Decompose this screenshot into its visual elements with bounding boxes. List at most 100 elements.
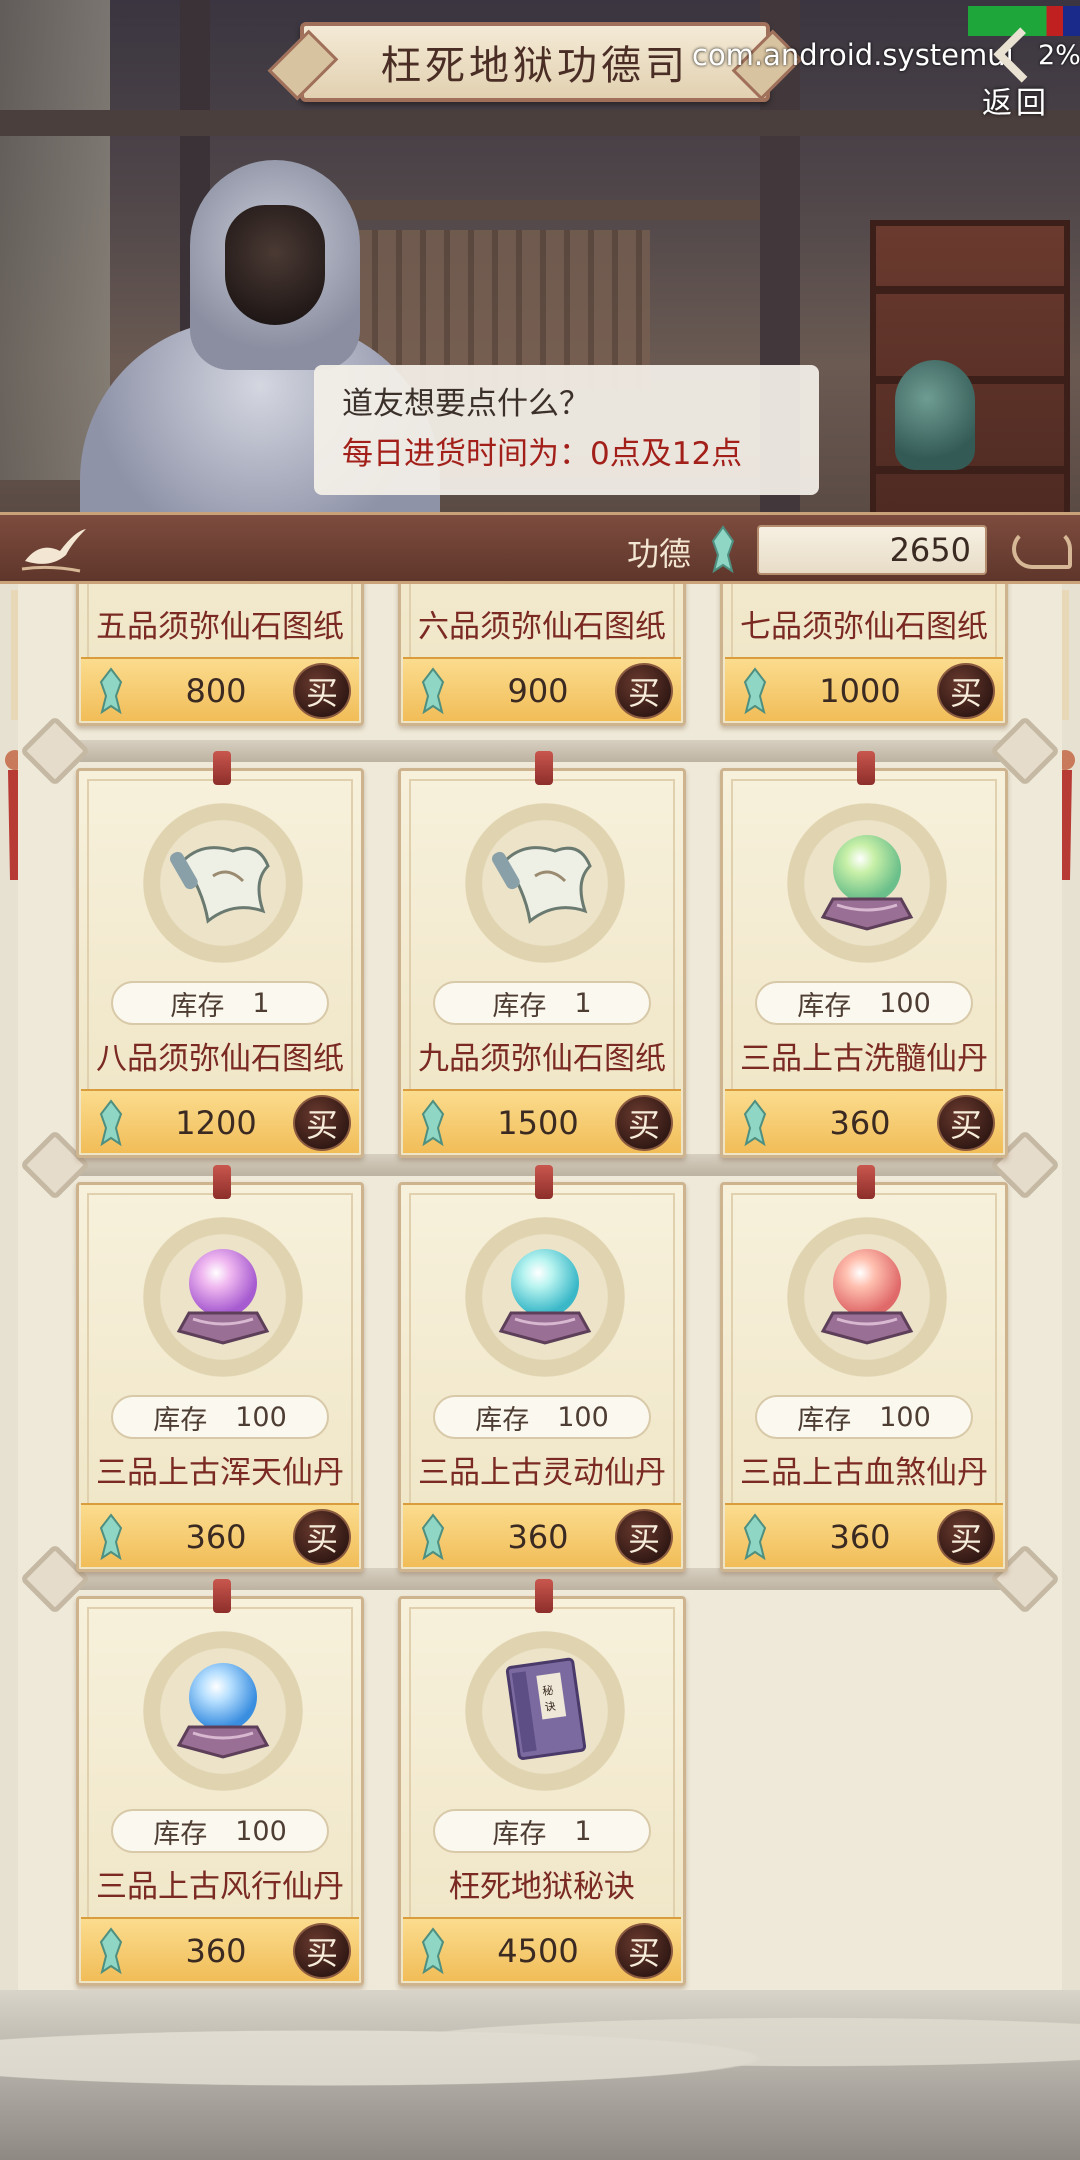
stock-label: 库存: [492, 1818, 547, 1850]
item-price: 360: [185, 1518, 247, 1556]
price-bar: 800 买: [81, 657, 359, 721]
stock-pill: 库存 1: [433, 1809, 651, 1853]
buy-button[interactable]: 买: [615, 1923, 673, 1979]
item-price: 1500: [497, 1104, 579, 1142]
merit-jade-icon: [711, 525, 735, 574]
buy-button[interactable]: 买: [293, 663, 351, 719]
item-price: 360: [507, 1518, 569, 1556]
back-label: 返回: [982, 86, 1050, 121]
buy-button[interactable]: 买: [937, 1095, 995, 1151]
buy-button[interactable]: 买: [293, 1509, 351, 1565]
buy-button[interactable]: 买: [615, 1095, 673, 1151]
item-name: 三品上古洗髓仙丹: [740, 1041, 988, 1077]
stock-label: 库存: [492, 990, 547, 1022]
stock-label: 库存: [797, 1404, 852, 1436]
stock-pill: 库存 100: [755, 981, 973, 1025]
curio-shelf: [870, 220, 1070, 520]
shop-item-list[interactable]: 五品须弥仙石图纸 800 买 六品须弥仙石图纸 900 买 七品须弥仙石图纸 1…: [18, 584, 1062, 2000]
merit-value: 2650: [757, 525, 987, 575]
shop-item-card[interactable]: 七品须弥仙石图纸 1000 买: [720, 584, 1008, 726]
page-title: 枉死地狱功德司: [381, 43, 689, 89]
card-pin-icon: [213, 1165, 231, 1199]
stock-count: 1: [574, 1815, 592, 1847]
stock-count: 100: [235, 1401, 287, 1433]
book-cover-text: 秘: [542, 1683, 555, 1698]
buy-button[interactable]: 买: [615, 663, 673, 719]
item-price: 4500: [497, 1932, 579, 1970]
shop-item-card[interactable]: 秘诀 库存 1 枉死地狱秘诀 4500 买: [398, 1579, 686, 1986]
shop-item-card[interactable]: 五品须弥仙石图纸 800 买: [76, 584, 364, 726]
price-bar: 360 买: [725, 1503, 1003, 1567]
price-bar: 360 买: [81, 1917, 359, 1981]
stock-label: 库存: [797, 990, 852, 1022]
stock-pill: 库存 100: [433, 1395, 651, 1439]
item-name: 三品上古灵动仙丹: [418, 1455, 666, 1491]
buy-button[interactable]: 买: [293, 1923, 351, 1979]
shop-item-card[interactable]: 库存 1 八品须弥仙石图纸 1200 买: [76, 751, 364, 1158]
shop-item-card[interactable]: 六品须弥仙石图纸 900 买: [398, 584, 686, 726]
stock-label: 库存: [153, 1404, 208, 1436]
merit-jade-icon: [99, 1513, 123, 1561]
stock-pill: 库存 100: [111, 1809, 329, 1853]
item-price: 360: [185, 1932, 247, 1970]
buy-button[interactable]: 买: [615, 1509, 673, 1565]
crane-icon: [21, 529, 86, 573]
purple-orb-icon: [176, 1249, 270, 1345]
stock-label: 库存: [170, 990, 225, 1022]
npc-mask-face: [225, 205, 325, 325]
card-pin-icon: [857, 751, 875, 785]
dialog-greeting: 道友想要点什么？: [342, 386, 590, 422]
merit-jade-icon: [743, 667, 767, 715]
merit-jade-icon: [421, 1513, 445, 1561]
stock-label: 库存: [153, 1818, 208, 1850]
stock-count: 1: [252, 987, 270, 1019]
shop-item-card[interactable]: 库存 1 九品须弥仙石图纸 1500 买: [398, 751, 686, 1158]
merit-jade-icon: [99, 667, 123, 715]
item-price: 360: [829, 1104, 891, 1142]
card-pin-icon: [213, 751, 231, 785]
item-name: 六品须弥仙石图纸: [418, 609, 666, 645]
price-bar: 1000 买: [725, 657, 1003, 721]
card-pin-icon: [535, 1165, 553, 1199]
buy-button[interactable]: 买: [937, 1509, 995, 1565]
item-price: 1200: [175, 1104, 257, 1142]
stock-count: 100: [879, 987, 931, 1019]
buy-button[interactable]: 买: [293, 1095, 351, 1151]
merit-jade-icon: [99, 1927, 123, 1975]
price-bar: 360 买: [81, 1503, 359, 1567]
card-pin-icon: [213, 1579, 231, 1613]
merit-jade-icon: [421, 1927, 445, 1975]
buy-button[interactable]: 买: [937, 663, 995, 719]
shop-item-card[interactable]: 库存 100 三品上古血煞仙丹 360 买: [720, 1165, 1008, 1572]
shop-scroll-content: 五品须弥仙石图纸 800 买 六品须弥仙石图纸 900 买 七品须弥仙石图纸 1…: [18, 584, 1062, 2000]
scroll-icon: [170, 846, 270, 924]
item-name: 三品上古血煞仙丹: [740, 1455, 988, 1491]
stock-count: 100: [557, 1401, 609, 1433]
blue-orb-icon: [176, 1663, 270, 1759]
book-icon: 秘诀: [505, 1657, 587, 1760]
stock-count: 100: [879, 1401, 931, 1433]
cyan-orb-icon: [498, 1249, 592, 1345]
merit-jade-icon: [421, 1099, 445, 1147]
shop-item-card[interactable]: 库存 100 三品上古洗髓仙丹 360 买: [720, 751, 1008, 1158]
stock-pill: 库存 1: [111, 981, 329, 1025]
item-name: 三品上古风行仙丹: [96, 1869, 344, 1905]
shop-item-card[interactable]: 库存 100 三品上古浑天仙丹 360 买: [76, 1165, 364, 1572]
book-cover-text: 诀: [544, 1700, 557, 1714]
card-pin-icon: [535, 751, 553, 785]
item-price: 360: [829, 1518, 891, 1556]
merit-jade-icon: [743, 1099, 767, 1147]
npc-dialog-bubble: 道友想要点什么？ 每日进货时间为：0点及12点: [314, 365, 819, 495]
price-bar: 360 买: [403, 1503, 681, 1567]
shop-item-card[interactable]: 库存 100 三品上古风行仙丹 360 买: [76, 1579, 364, 1986]
stock-pill: 库存 100: [111, 1395, 329, 1439]
price-bar: 4500 买: [403, 1917, 681, 1981]
shop-item-card[interactable]: 库存 100 三品上古灵动仙丹 360 买: [398, 1165, 686, 1572]
stock-count: 100: [235, 1815, 287, 1847]
item-name: 五品须弥仙石图纸: [96, 609, 344, 645]
back-button[interactable]: 返回: [966, 27, 1066, 122]
price-bar: 360 买: [725, 1089, 1003, 1153]
item-name: 枉死地狱秘诀: [449, 1869, 635, 1905]
price-bar: 1200 买: [81, 1089, 359, 1153]
mist-wave: [0, 2010, 1080, 2090]
